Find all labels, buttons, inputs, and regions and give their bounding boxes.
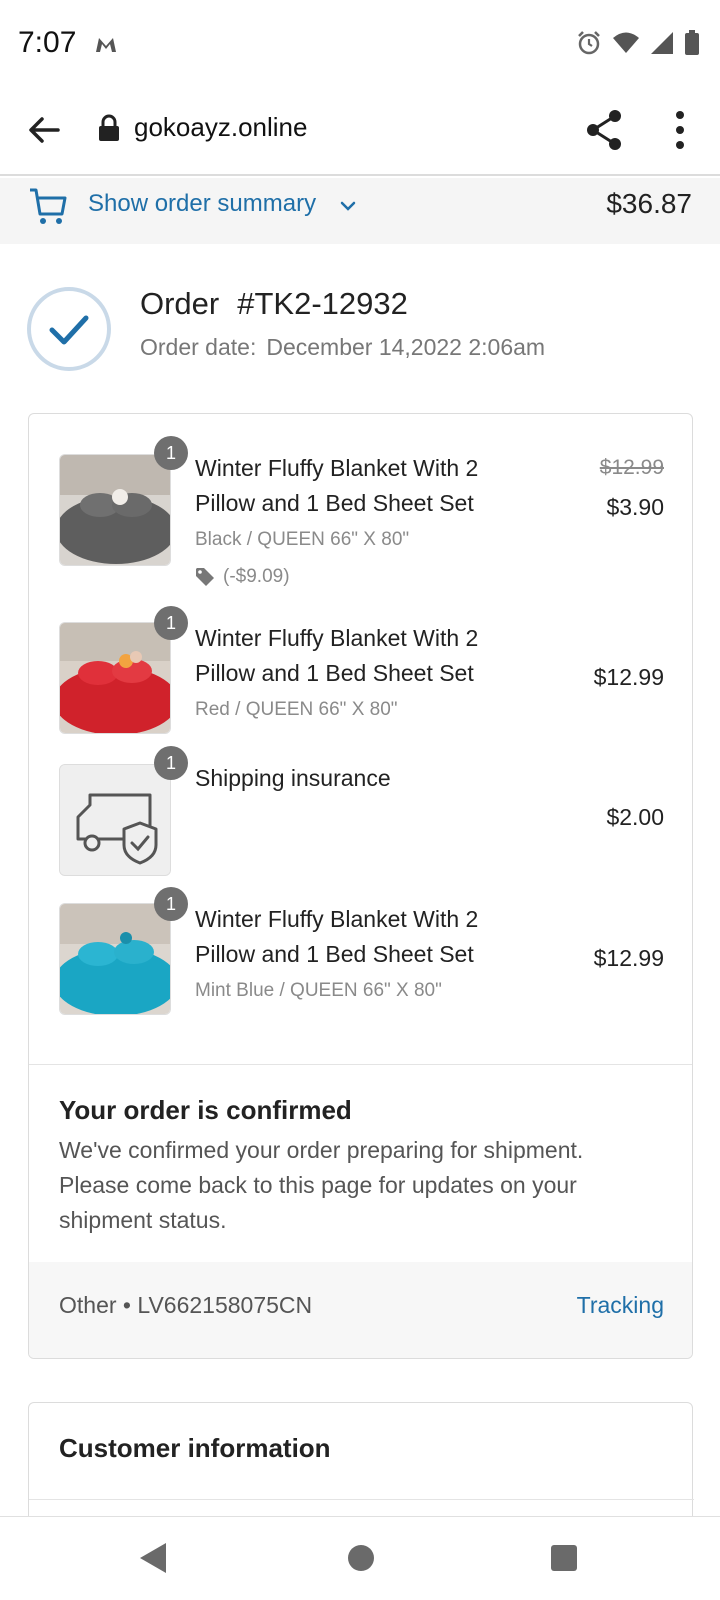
item-price: $12.99 [593, 664, 664, 690]
notification-icon [96, 38, 116, 52]
product-thumbnail [59, 903, 171, 1015]
quantity-badge: 1 [154, 887, 188, 921]
show-order-summary-link[interactable]: Show order summary [88, 190, 316, 218]
order-label: Order [140, 286, 220, 321]
check-circle-icon [27, 287, 111, 371]
wifi-icon [613, 32, 639, 53]
item-variant: Red / QUEEN 66" X 80" [195, 699, 398, 720]
order-total: $36.87 [606, 188, 692, 219]
blanket-image-red [60, 623, 170, 733]
quantity-badge: 1 [154, 606, 188, 640]
original-price: $12.99 [599, 456, 664, 479]
status-time: 7:07 [18, 26, 77, 59]
tracking-link[interactable]: Tracking [577, 1292, 664, 1319]
nav-home-icon[interactable] [348, 1545, 374, 1571]
nav-back-icon[interactable] [138, 1541, 168, 1575]
confirmation-text: We've confirmed your order preparing for… [59, 1137, 584, 1233]
blanket-image-black [60, 455, 170, 565]
order-number: #TK2-12932 [237, 286, 408, 321]
more-vert-icon[interactable] [662, 108, 698, 152]
item-discount: (-$9.09) [195, 566, 290, 588]
order-date: Order date: December 14,2022 2:06am [140, 334, 545, 361]
browser-toolbar: gokoayz.online [0, 88, 720, 176]
item-name: Shipping insurance [195, 765, 391, 791]
order-items-card: 1 Winter Fluffy Blanket With 2 Pillow an… [28, 413, 693, 1359]
status-bar: 7:07 [0, 0, 720, 88]
item-price: $2.00 [606, 804, 664, 830]
customer-information-title: Customer information [59, 1433, 331, 1463]
order-date-label: Order date: [140, 334, 257, 360]
order-date-value: December 14,2022 2:06am [266, 334, 546, 360]
item-name: Winter Fluffy Blanket With 2 Pillow and … [195, 906, 479, 967]
battery-icon [685, 30, 699, 55]
product-thumbnail [59, 622, 171, 734]
quantity-badge: 1 [154, 436, 188, 470]
discount-amount: (-$9.09) [223, 566, 290, 587]
system-nav-bar [0, 1516, 720, 1600]
chevron-down-icon[interactable] [338, 194, 358, 218]
product-thumbnail [59, 764, 171, 876]
tag-icon [196, 568, 214, 586]
item-name: Winter Fluffy Blanket With 2 Pillow and … [195, 625, 479, 686]
item-price: $12.99 [593, 945, 664, 971]
item-name: Winter Fluffy Blanket With 2 Pillow and … [195, 455, 479, 516]
order-summary-bar[interactable]: Show order summary $36.87 [0, 178, 720, 244]
divider [29, 1499, 694, 1500]
url-text[interactable]: gokoayz.online [134, 112, 307, 143]
item-price: $3.90 [606, 494, 664, 520]
order-title: Order #TK2-12932 [140, 286, 408, 322]
signal-icon [651, 32, 673, 54]
order-confirmation-section: Your order is confirmed We've confirmed … [29, 1064, 692, 1233]
share-icon[interactable] [584, 108, 624, 152]
nav-recents-icon[interactable] [551, 1545, 577, 1571]
shipping-insurance-truck-icon [60, 765, 170, 875]
cart-icon [30, 188, 67, 224]
tracking-row: Other • LV662158075CN Tracking [29, 1262, 692, 1358]
item-variant: Mint Blue / QUEEN 66" X 80" [195, 980, 442, 1001]
blanket-image-mint-blue [60, 904, 170, 1014]
lock-icon [99, 114, 119, 141]
status-icons [576, 30, 700, 56]
quantity-badge: 1 [154, 746, 188, 780]
tracking-number: Other • LV662158075CN [59, 1292, 313, 1318]
confirmation-title: Your order is confirmed [59, 1095, 352, 1125]
alarm-icon [578, 31, 600, 55]
back-arrow-icon[interactable] [24, 110, 64, 150]
product-thumbnail [59, 454, 171, 566]
item-variant: Black / QUEEN 66" X 80" [195, 529, 410, 550]
